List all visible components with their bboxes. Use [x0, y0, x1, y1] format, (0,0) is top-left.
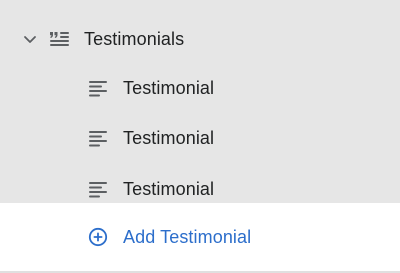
testimonial-item[interactable]: Testimonial: [0, 113, 400, 163]
testimonial-item-label: Testimonial: [123, 127, 215, 148]
circle-plus-icon: [88, 227, 108, 247]
add-testimonial-label: Add Testimonial: [123, 226, 252, 247]
section-tree-panel: Testimonials Testimonial Testimonial Tes…: [0, 0, 400, 273]
text-block-icon: [88, 129, 108, 147]
testimonials-group-label: Testimonials: [84, 28, 185, 49]
testimonial-item-label: Testimonial: [123, 77, 215, 98]
text-block-icon: [88, 180, 108, 198]
testimonials-group-row[interactable]: Testimonials: [0, 14, 400, 64]
text-block-icon: [88, 79, 108, 97]
testimonial-item[interactable]: Testimonial: [0, 63, 400, 113]
chevron-down-icon[interactable]: [22, 31, 38, 47]
testimonial-item-label: Testimonial: [123, 178, 215, 199]
testimonials-section-icon: [48, 29, 70, 49]
add-testimonial-button[interactable]: Add Testimonial: [0, 203, 400, 271]
